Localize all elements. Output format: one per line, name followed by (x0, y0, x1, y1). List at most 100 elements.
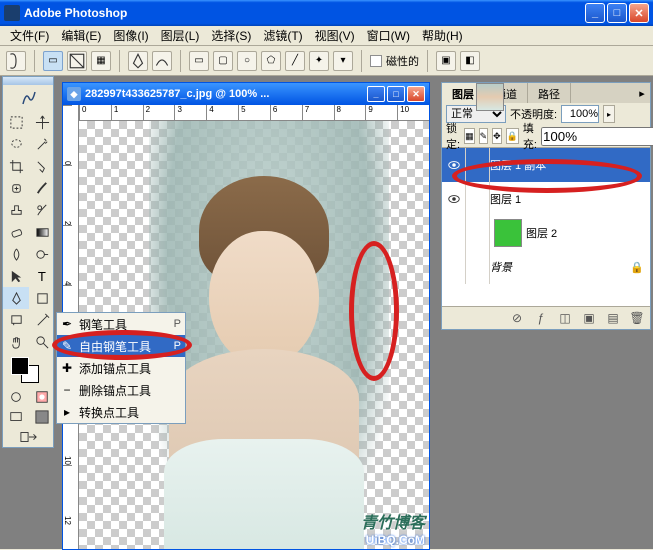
history-brush-tool[interactable] (29, 199, 55, 221)
menu-window[interactable]: 窗口(W) (361, 25, 416, 46)
menu-image[interactable]: 图像(I) (107, 25, 154, 46)
link-cell[interactable] (466, 148, 490, 182)
dodge-tool[interactable] (29, 243, 55, 265)
layer-row[interactable]: 图层 2 (442, 216, 650, 250)
visibility-icon[interactable] (442, 148, 466, 182)
opacity-arrow-icon[interactable]: ▸ (603, 105, 615, 123)
lock-pixels-icon[interactable]: ✎ (479, 128, 489, 144)
visibility-icon[interactable] (442, 250, 466, 284)
lock-position-icon[interactable]: ✥ (492, 128, 502, 144)
opacity-input[interactable] (561, 105, 599, 123)
layer-name[interactable]: 图层 1 副本 (490, 157, 650, 173)
polygon-shape-icon[interactable]: ⬠ (261, 51, 281, 71)
delete-anchor-item[interactable]: − 删除锚点工具 (57, 379, 185, 401)
visibility-icon[interactable] (442, 182, 466, 216)
hand-tool[interactable] (3, 331, 29, 353)
line-shape-icon[interactable]: ╱ (285, 51, 305, 71)
pen-tool[interactable] (3, 287, 29, 309)
screen-standard-icon[interactable] (3, 407, 29, 427)
standard-mode-icon[interactable] (3, 387, 29, 407)
lock-all-icon[interactable]: 🔒 (506, 128, 519, 144)
link-cell[interactable] (466, 250, 490, 284)
new-layer-icon[interactable]: ▤ (604, 310, 622, 326)
doc-close-button[interactable]: ✕ (407, 86, 425, 102)
lasso-tool[interactable] (3, 133, 29, 155)
layer-style-icon[interactable]: ƒ (532, 310, 550, 326)
add-anchor-item[interactable]: ✚ 添加锚点工具 (57, 357, 185, 379)
delete-layer-icon[interactable]: 🗑 (628, 310, 646, 326)
lock-transparency-icon[interactable]: ▦ (464, 128, 475, 144)
fill-pixels-icon[interactable]: ▦ (91, 51, 111, 71)
type-tool[interactable]: T (29, 265, 55, 287)
rrect-shape-icon[interactable]: ▢ (213, 51, 233, 71)
menu-select[interactable]: 选择(S) (205, 25, 257, 46)
layer-name[interactable]: 图层 1 (490, 191, 650, 207)
layer-row[interactable]: 图层 1 副本 (442, 148, 650, 182)
marquee-tool[interactable] (3, 111, 29, 133)
layer-row[interactable]: 背景 🔒 (442, 250, 650, 284)
custom-shape-icon[interactable]: ✦ (309, 51, 329, 71)
link-cell[interactable] (466, 182, 490, 216)
link-layers-icon[interactable]: ⊘ (508, 310, 526, 326)
layer-name[interactable]: 背景 (490, 259, 630, 275)
menu-filter[interactable]: 滤镜(T) (257, 25, 308, 46)
layer-name[interactable]: 图层 2 (526, 225, 650, 241)
layer-mask-icon[interactable]: ◫ (556, 310, 574, 326)
panel-menu-icon[interactable]: ▸ (634, 83, 650, 103)
close-button[interactable]: ✕ (629, 3, 649, 23)
maximize-button[interactable]: □ (607, 3, 627, 23)
layer-row[interactable]: 图层 1 (442, 182, 650, 216)
rect-shape-icon[interactable]: ▭ (189, 51, 209, 71)
wand-tool[interactable] (29, 133, 55, 155)
visibility-icon[interactable] (442, 216, 466, 250)
layer-thumbnail[interactable] (476, 83, 504, 111)
gradient-tool[interactable] (29, 221, 55, 243)
eyedropper-tool[interactable] (29, 309, 55, 331)
jump-to-imageready-icon[interactable] (3, 427, 55, 447)
zoom-tool[interactable] (29, 331, 55, 353)
magnetic-checkbox[interactable] (370, 55, 382, 67)
convert-point-item[interactable]: ▸ 转换点工具 (57, 401, 185, 423)
crop-tool[interactable] (3, 155, 29, 177)
minimize-button[interactable]: _ (585, 3, 605, 23)
tool-preset-icon[interactable] (6, 51, 26, 71)
blur-tool[interactable] (3, 243, 29, 265)
shape-layers-icon[interactable]: ▭ (43, 51, 63, 71)
paths-icon[interactable] (67, 51, 87, 71)
geometry-options-icon[interactable]: ▾ (333, 51, 353, 71)
stamp-tool[interactable] (3, 199, 29, 221)
menu-edit[interactable]: 编辑(E) (55, 25, 107, 46)
screen-full-icon[interactable] (29, 407, 55, 427)
menu-layer[interactable]: 图层(L) (155, 25, 206, 46)
notes-tool[interactable] (3, 309, 29, 331)
tab-paths[interactable]: 路径 (528, 83, 571, 103)
document-titlebar[interactable]: ◆ 282997t433625787_c.jpg @ 100% ... _ □ … (63, 83, 429, 105)
foreground-color[interactable] (11, 357, 29, 375)
doc-maximize-button[interactable]: □ (387, 86, 405, 102)
pen-tool-item[interactable]: ✒ 钢笔工具 P (57, 313, 185, 335)
color-swatches[interactable] (3, 353, 53, 387)
freeform-pen-item[interactable]: ✎ 自由钢笔工具 P (57, 335, 185, 357)
shape-tool[interactable] (29, 287, 55, 309)
path-select-tool[interactable] (3, 265, 29, 287)
menu-file[interactable]: 文件(F) (4, 25, 55, 46)
doc-minimize-button[interactable]: _ (367, 86, 385, 102)
heal-tool[interactable] (3, 177, 29, 199)
quick-mask-icon[interactable] (29, 387, 55, 407)
pen-icon[interactable] (128, 51, 148, 71)
brush-tool[interactable] (29, 177, 55, 199)
layer-thumbnail[interactable] (494, 219, 522, 247)
eraser-tool[interactable] (3, 221, 29, 243)
path-subtract-icon[interactable]: ◧ (460, 51, 480, 71)
link-cell[interactable] (466, 216, 490, 250)
slice-tool[interactable] (29, 155, 55, 177)
menu-view[interactable]: 视图(V) (309, 25, 361, 46)
ellipse-shape-icon[interactable]: ○ (237, 51, 257, 71)
menu-help[interactable]: 帮助(H) (416, 25, 469, 46)
fill-input[interactable] (541, 127, 653, 146)
move-tool[interactable] (29, 111, 55, 133)
path-add-icon[interactable]: ▣ (436, 51, 456, 71)
new-group-icon[interactable]: ▣ (580, 310, 598, 326)
freeform-pen-icon[interactable] (152, 51, 172, 71)
toolbox-header[interactable] (3, 77, 53, 85)
